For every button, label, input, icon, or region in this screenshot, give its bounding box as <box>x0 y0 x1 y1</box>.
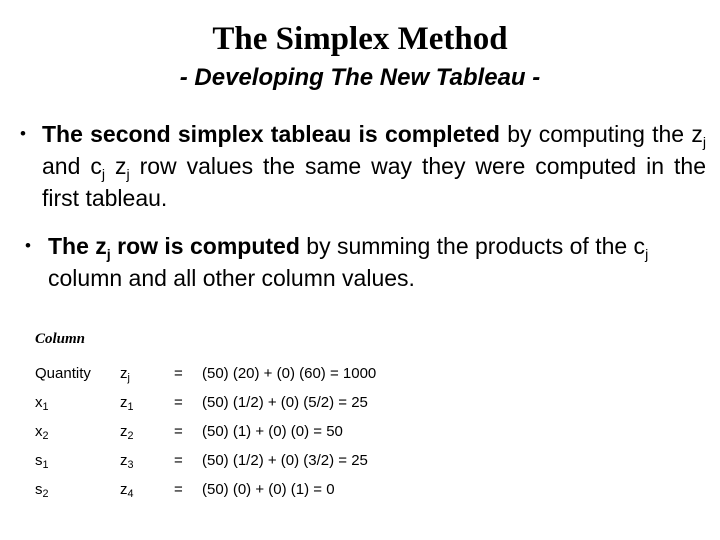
row-0-z-sub: j <box>127 372 130 385</box>
table-row: s2 z4 = (50) (0) + (0) (1) = 0 <box>35 475 376 504</box>
bullet-2-bold-lead-b: row is computed <box>110 233 300 259</box>
calc-table-body: Quantity zj = (50) (20) + (0) (60) = 100… <box>35 359 376 504</box>
row-1-column-name: x1 <box>35 388 120 417</box>
row-4-name-text: s <box>35 481 43 498</box>
bullet-1-rest-2: and c <box>42 153 102 179</box>
row-2-equals: = <box>174 423 183 440</box>
table-row: s1 z3 = (50) (1/2) + (0) (3/2) = 25 <box>35 446 376 475</box>
bullet-2-text: The zj row is computed by summing the pr… <box>48 230 715 294</box>
row-1-z-name: z1 <box>120 388 174 417</box>
calculation-block: Column Quantity zj = (50) (20) + (0) (60… <box>35 330 376 504</box>
bullet-1-bold-lead: The second simplex tableau is completed <box>42 121 500 147</box>
bullet-2-rest-2: column and all other column values. <box>48 265 415 291</box>
bullet-1-text: The second simplex tableau is completed … <box>42 118 706 214</box>
row-3-expression: (50) (1/2) + (0) (3/2) = 25 <box>202 452 368 469</box>
row-4-column-name: s2 <box>35 475 120 504</box>
row-0-equals: = <box>174 365 183 382</box>
row-2-column-name: x2 <box>35 417 120 446</box>
row-0-z-name: zj <box>120 359 174 388</box>
calc-table: Quantity zj = (50) (20) + (0) (60) = 100… <box>35 359 376 504</box>
row-3-name-text: s <box>35 452 43 469</box>
row-2-z-text: z <box>120 423 128 440</box>
list-item: • The zj row is computed by summing the … <box>25 230 715 294</box>
row-1-expression: (50) (1/2) + (0) (5/2) = 25 <box>202 394 368 411</box>
page-title: The Simplex Method <box>212 21 508 57</box>
table-row: Quantity zj = (50) (20) + (0) (60) = 100… <box>35 359 376 388</box>
row-3-z-sub: 3 <box>127 459 134 472</box>
row-3-column-name: s1 <box>35 446 120 475</box>
row-4-name-sub: 2 <box>42 488 49 501</box>
row-1-z-sub: 1 <box>127 401 134 414</box>
slide-canvas: The Simplex Method - Developing The New … <box>0 0 720 540</box>
row-4-z-name: z4 <box>120 475 174 504</box>
bullet-1-rest-4: row values the same way they were comput… <box>42 153 706 211</box>
row-3-z-name: z3 <box>120 446 174 475</box>
row-0-expression: (50) (20) + (0) (60) = 1000 <box>202 365 377 382</box>
row-0-column-name: Quantity <box>35 359 120 388</box>
row-1-name-text: x <box>35 394 43 411</box>
page-subtitle: - Developing The New Tableau - <box>179 64 541 91</box>
row-2-expression: (50) (1) + (0) (0) = 50 <box>202 423 343 440</box>
bullet-2-bold-sub: j <box>106 246 111 263</box>
table-row: x1 z1 = (50) (1/2) + (0) (5/2) = 25 <box>35 388 376 417</box>
table-row: x2 z2 = (50) (1) + (0) (0) = 50 <box>35 417 376 446</box>
row-0-z-text: z <box>120 365 128 382</box>
row-2-z-sub: 2 <box>127 430 134 443</box>
row-3-equals: = <box>174 452 183 469</box>
bullet-marker-icon: • <box>20 124 26 143</box>
row-4-z-sub: 4 <box>127 488 134 501</box>
row-0-name-text: Quantity <box>35 365 91 382</box>
row-4-equals: = <box>174 481 183 498</box>
row-1-z-text: z <box>120 394 128 411</box>
bullet-2-sub-1: j <box>645 246 649 263</box>
row-2-name-text: x <box>35 423 43 440</box>
row-2-z-name: z2 <box>120 417 174 446</box>
bullet-list: • The second simplex tableau is complete… <box>0 118 720 294</box>
row-1-equals: = <box>174 394 183 411</box>
bullet-1-sub-2: j <box>101 166 105 183</box>
row-3-z-text: z <box>120 452 128 469</box>
bullet-1-rest-1: by computing the z <box>499 121 703 147</box>
bullet-marker-icon: • <box>25 236 31 255</box>
bullet-2-bold-lead-a: The z <box>48 233 107 259</box>
row-4-z-text: z <box>120 481 128 498</box>
bullet-1-sub-1: j <box>702 134 706 151</box>
bullet-2-rest-1: by summing the products of the c <box>299 233 646 259</box>
calc-column-header: Column <box>35 331 86 347</box>
row-3-name-sub: 1 <box>42 459 49 472</box>
row-4-expression: (50) (0) + (0) (1) = 0 <box>202 481 335 498</box>
bullet-1-rest-3: z <box>105 153 127 179</box>
row-1-name-sub: 1 <box>42 401 49 414</box>
list-item: • The second simplex tableau is complete… <box>20 118 706 214</box>
bullet-1-sub-3: j <box>126 166 130 183</box>
row-2-name-sub: 2 <box>42 430 49 443</box>
